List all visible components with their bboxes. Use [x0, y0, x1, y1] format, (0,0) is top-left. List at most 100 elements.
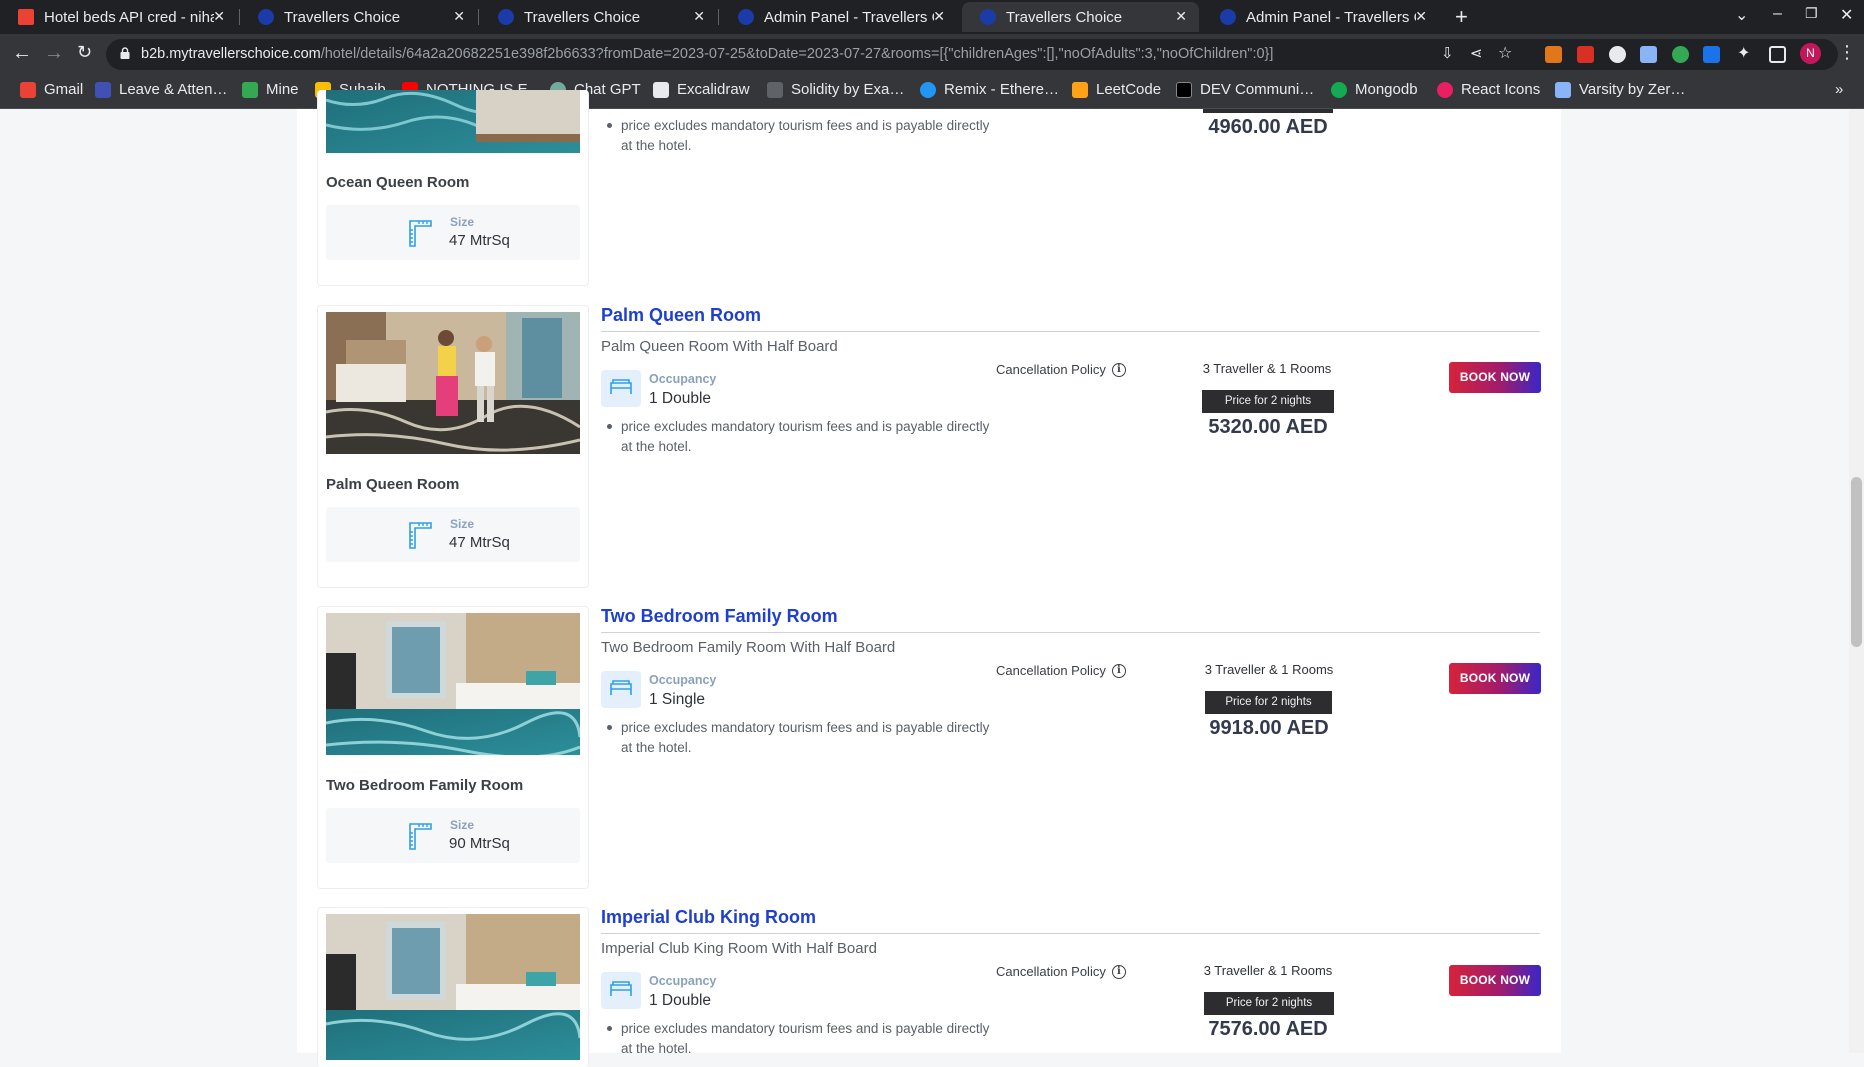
bookmark-varsity[interactable]: Varsity by Zer… [1555, 81, 1685, 98]
divider [601, 632, 1540, 633]
size-label: Size [450, 818, 475, 832]
occupancy-label: Occupancy [649, 673, 717, 687]
browser-tab[interactable]: Travellers Choice ✕ [480, 2, 717, 32]
install-icon[interactable]: ⇩ [1441, 44, 1454, 62]
room-photo[interactable] [326, 914, 580, 1060]
tab-title: Travellers Choice [1006, 8, 1123, 26]
room-subtitle: Imperial Club King Room With Half Board [601, 940, 877, 957]
new-tab-button[interactable]: + [1455, 4, 1468, 30]
room-photo[interactable] [326, 90, 580, 153]
side-panel-icon[interactable] [1769, 46, 1786, 63]
bed-icon [601, 370, 641, 407]
bookmark-mine[interactable]: Mine [242, 81, 299, 98]
cancellation-policy[interactable]: Cancellation Policy i [996, 362, 1126, 377]
extension-icon[interactable] [1703, 46, 1720, 63]
browser-tab-active[interactable]: Travellers Choice ✕ [962, 2, 1199, 32]
browser-tab[interactable]: Admin Panel - Travellers C ✕ [720, 2, 957, 32]
bed-icon [601, 671, 641, 708]
extension-icon[interactable] [1672, 46, 1689, 63]
forward-icon[interactable]: → [44, 42, 64, 65]
travellers-choice-icon [1220, 9, 1236, 25]
tab-title: Admin Panel - Travellers C [764, 8, 934, 26]
price-note: price excludes mandatory tourism fees an… [607, 1019, 991, 1059]
bookmark-dev[interactable]: DEV Communi… [1176, 81, 1314, 98]
puzzle-icon[interactable]: ✦ [1737, 43, 1754, 62]
bookmark-excalidraw[interactable]: Excalidraw [653, 81, 750, 98]
url-path: /hotel/details/64a2a20682251e398f2b6633?… [320, 46, 1274, 62]
bookmark-gmail[interactable]: Gmail [20, 81, 83, 98]
lock-icon [120, 47, 130, 59]
extension-icon[interactable] [1577, 46, 1594, 63]
metamask-icon[interactable] [1545, 46, 1562, 63]
divider [601, 331, 1540, 332]
room-card [317, 907, 589, 1067]
ruler-icon [409, 220, 432, 247]
book-now-button[interactable]: BOOK NOW [1449, 362, 1541, 393]
tab-title: Admin Panel - Travellers C [1246, 8, 1416, 26]
restore-icon[interactable]: ❐ [1805, 5, 1818, 22]
avatar[interactable]: N [1800, 43, 1821, 64]
tab-search-icon[interactable]: ⌄ [1735, 5, 1748, 25]
info-icon[interactable]: i [1111, 663, 1126, 678]
share-icon[interactable]: ⋖ [1470, 44, 1483, 62]
room-subtitle: Palm Queen Room With Half Board [601, 338, 838, 355]
reload-icon[interactable]: ↻ [77, 42, 92, 63]
room-title-link[interactable]: Two Bedroom Family Room [601, 606, 838, 627]
bookmarks-overflow-icon[interactable]: » [1835, 81, 1843, 98]
size-value: 47 MtrSq [449, 232, 510, 249]
browser-tab[interactable]: Hotel beds API cred - niha ✕ [0, 2, 237, 32]
price-note: price excludes mandatory tourism fees an… [607, 417, 991, 457]
room-photo[interactable] [326, 613, 580, 755]
excalidraw-icon [653, 81, 669, 98]
cancellation-policy[interactable]: Cancellation Policy i [996, 964, 1126, 979]
book-now-button[interactable]: BOOK NOW [1449, 965, 1541, 996]
scrollbar[interactable] [1849, 109, 1864, 1053]
cancellation-policy[interactable]: Cancellation Policy i [996, 663, 1126, 678]
size-value: 47 MtrSq [449, 534, 510, 551]
browser-tab[interactable]: Admin Panel - Travellers C ✕ [1202, 2, 1439, 32]
varsity-icon [1555, 81, 1571, 98]
room-card: Palm Queen Room Size 47 MtrSq [317, 305, 589, 588]
bookmark-star-icon[interactable]: ☆ [1498, 43, 1512, 63]
extension-icon[interactable] [1609, 46, 1626, 63]
close-icon[interactable]: ✕ [213, 8, 225, 25]
react-icons-icon [1437, 81, 1453, 98]
occupancy-label: Occupancy [649, 974, 717, 988]
close-icon[interactable]: ✕ [1175, 8, 1187, 25]
traveller-count: 3 Traveller & 1 Rooms [1202, 361, 1332, 376]
room-title-link[interactable]: Palm Queen Room [601, 305, 761, 326]
travellers-choice-icon [498, 9, 514, 25]
traveller-count: 3 Traveller & 1 Rooms [1203, 963, 1333, 978]
occupancy-label: Occupancy [649, 372, 717, 386]
bookmark-mongodb[interactable]: Mongodb [1331, 81, 1418, 98]
mongodb-icon [1331, 81, 1347, 98]
size-value: 90 MtrSq [449, 835, 510, 852]
price-tag: Price for 2 nights [1205, 691, 1332, 714]
bed-icon [601, 972, 641, 1009]
extension-icon[interactable] [1640, 46, 1657, 63]
close-icon[interactable]: ✕ [453, 8, 465, 25]
bookmark-remix[interactable]: Remix - Ethere… [920, 81, 1059, 98]
bookmark-leave[interactable]: Leave & Atten… [95, 81, 227, 98]
scrollbar-thumb[interactable] [1851, 477, 1862, 647]
bookmark-react-icons[interactable]: React Icons [1437, 81, 1540, 98]
remix-icon [920, 81, 936, 98]
bookmark-solidity[interactable]: Solidity by Exa… [767, 81, 904, 98]
book-now-button[interactable]: BOOK NOW [1449, 663, 1541, 694]
room-photo[interactable] [326, 312, 580, 454]
minimize-icon[interactable]: – [1773, 5, 1782, 23]
info-icon[interactable]: i [1111, 964, 1126, 979]
price-tag [1203, 109, 1333, 113]
close-icon[interactable]: ✕ [933, 8, 945, 25]
room-title-link[interactable]: Imperial Club King Room [601, 907, 816, 928]
bookmark-leetcode[interactable]: LeetCode [1072, 81, 1161, 98]
browser-tab[interactable]: Travellers Choice ✕ [240, 2, 477, 32]
close-icon[interactable]: ✕ [693, 8, 705, 25]
ruler-icon [409, 522, 432, 549]
close-icon[interactable]: ✕ [1415, 8, 1427, 25]
window-close-icon[interactable]: ✕ [1840, 5, 1853, 25]
menu-icon[interactable]: ⋮ [1838, 42, 1856, 62]
room-price: 9918.00 AED [1209, 717, 1329, 739]
back-icon[interactable]: ← [12, 42, 32, 65]
info-icon[interactable]: i [1111, 362, 1126, 377]
